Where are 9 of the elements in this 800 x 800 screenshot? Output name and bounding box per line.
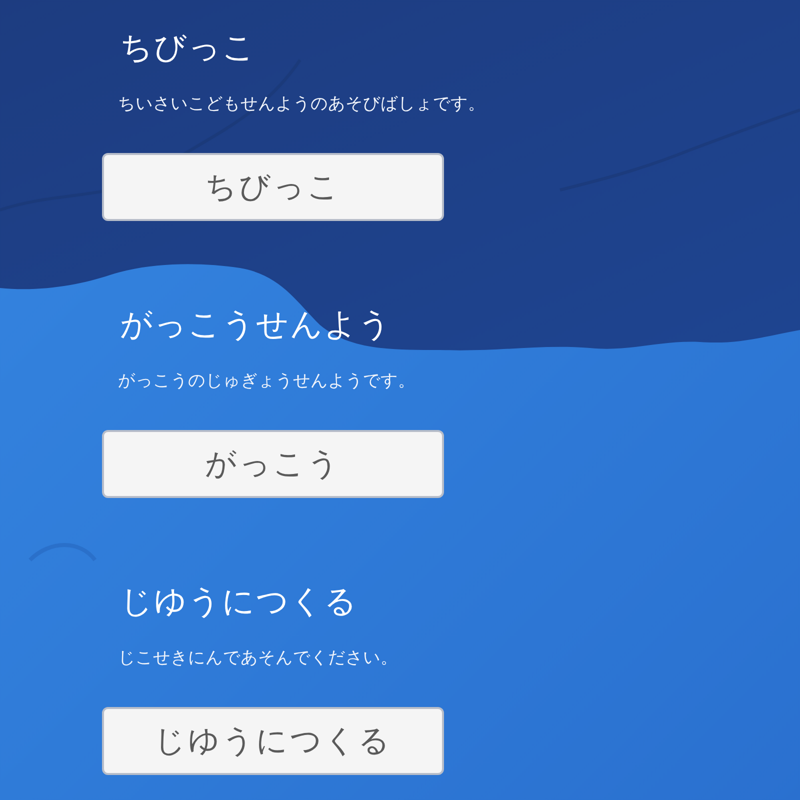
section-description: がっこうのじゅぎょうせんようです。 <box>118 370 416 393</box>
section-description: ちいさいこどもせんようのあそびばしょです。 <box>118 93 486 116</box>
section-title: ちびっこ <box>120 27 256 67</box>
section-title: じゆうにつくる <box>120 581 358 621</box>
section-title: がっこうせんよう <box>120 304 392 344</box>
enter-button[interactable]: じゆうにつくる <box>102 707 444 775</box>
section-description: じこせきにんであそんでください。 <box>118 647 398 670</box>
enter-button[interactable]: がっこう <box>102 430 444 498</box>
enter-button[interactable]: ちびっこ <box>102 153 444 221</box>
